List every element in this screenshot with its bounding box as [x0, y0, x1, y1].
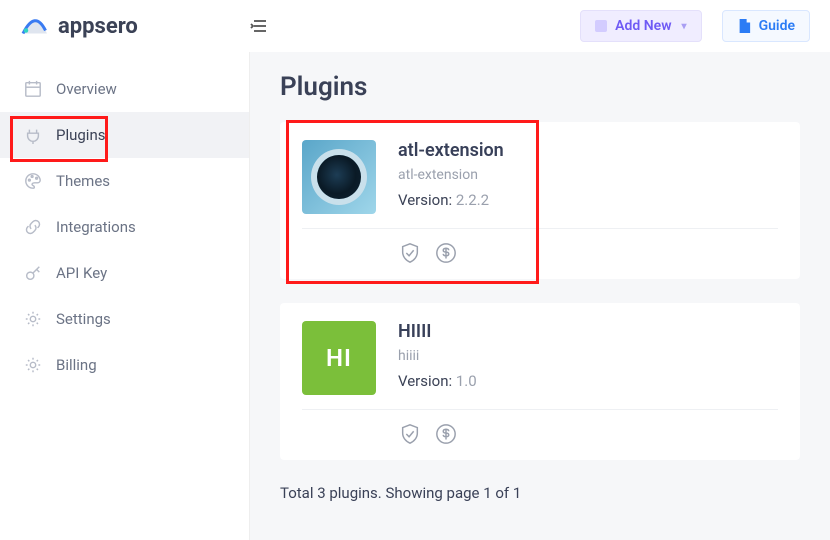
plugin-version: Version: 2.2.2 — [398, 191, 504, 209]
sidebar-item-label: Billing — [56, 356, 97, 374]
sidebar-item-api-key[interactable]: API Key — [0, 250, 249, 296]
sidebar-collapse-button[interactable] — [250, 16, 270, 36]
gear-icon — [24, 310, 42, 328]
calendar-icon — [24, 80, 42, 98]
guide-label: Guide — [759, 18, 795, 34]
dollar-icon — [434, 241, 458, 265]
logo-icon — [20, 11, 50, 41]
link-icon — [24, 218, 42, 236]
dollar-icon — [434, 422, 458, 446]
sidebar-item-integrations[interactable]: Integrations — [0, 204, 249, 250]
sidebar-item-label: Overview — [56, 80, 117, 98]
brand-logo[interactable]: appsero — [20, 11, 230, 41]
add-new-label: Add New — [615, 18, 671, 34]
sidebar-item-label: Themes — [56, 172, 110, 190]
pagination-summary: Total 3 plugins. Showing page 1 of 1 — [280, 484, 800, 502]
plugin-card[interactable]: HI HIIII hiiii Version: 1.0 — [280, 303, 800, 460]
plugin-card[interactable]: atl-extension atl-extension Version: 2.2… — [280, 122, 800, 279]
sidebar-item-themes[interactable]: Themes — [0, 158, 249, 204]
shield-check-icon — [398, 241, 422, 265]
plugin-slug: atl-extension — [398, 167, 504, 183]
plugin-slug: hiiii — [398, 348, 477, 364]
sidebar-item-overview[interactable]: Overview — [0, 66, 249, 112]
brand-name: appsero — [58, 14, 138, 39]
sidebar-item-settings[interactable]: Settings — [0, 296, 249, 342]
plugin-thumbnail — [302, 140, 376, 214]
app-header: appsero Add New ▾ Guide — [0, 0, 830, 52]
plugin-version: Version: 1.0 — [398, 372, 477, 390]
sidebar-item-billing[interactable]: Billing — [0, 342, 249, 388]
sidebar-item-label: API Key — [56, 264, 107, 282]
plugin-meta: HIIII hiiii Version: 1.0 — [398, 321, 477, 395]
gear-icon — [24, 356, 42, 374]
sidebar-item-label: Integrations — [56, 218, 136, 236]
guide-button[interactable]: Guide — [722, 10, 810, 42]
plug-icon — [24, 126, 42, 144]
main-content: Plugins atl-extension atl-extension Vers… — [250, 52, 830, 540]
plugin-thumbnail: HI — [302, 321, 376, 395]
plugin-name: HIIII — [398, 321, 477, 342]
page-title: Plugins — [280, 72, 800, 102]
add-new-button[interactable]: Add New ▾ — [580, 10, 701, 42]
key-icon — [24, 264, 42, 282]
sidebar-item-label: Plugins — [56, 126, 105, 144]
plugin-name: atl-extension — [398, 140, 504, 161]
palette-icon — [24, 172, 42, 190]
plugin-meta: atl-extension atl-extension Version: 2.2… — [398, 140, 504, 214]
sidebar-item-plugins[interactable]: Plugins — [0, 112, 249, 158]
guide-icon — [737, 19, 751, 33]
collapse-icon — [250, 16, 270, 36]
add-new-icon — [595, 20, 607, 32]
chevron-down-icon: ▾ — [682, 21, 687, 32]
shield-check-icon — [398, 422, 422, 446]
sidebar: Overview Plugins Themes Integrations API… — [0, 52, 250, 540]
sidebar-item-label: Settings — [56, 310, 111, 328]
